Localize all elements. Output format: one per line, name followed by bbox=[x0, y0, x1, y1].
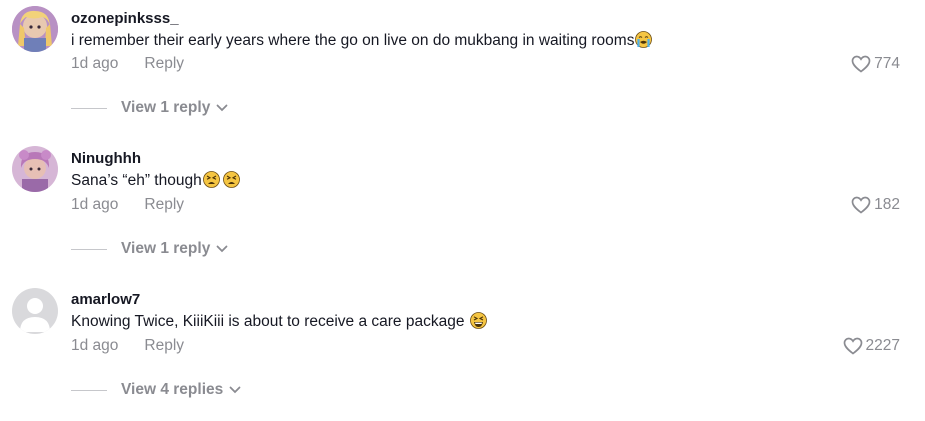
heart-icon bbox=[843, 337, 863, 355]
like-button[interactable]: 774 bbox=[851, 54, 900, 74]
comment-username[interactable]: Ninughhh bbox=[71, 150, 141, 168]
reply-divider bbox=[71, 107, 107, 109]
view-replies-button[interactable]: View 1 reply bbox=[71, 98, 228, 118]
reply-divider bbox=[71, 248, 107, 250]
chevron-down-icon bbox=[216, 104, 228, 112]
tired-face-emoji-icon bbox=[202, 171, 220, 188]
comment-item: amarlow7 Knowing Twice, KiiiKiii is abou… bbox=[0, 281, 925, 421]
avatar[interactable] bbox=[12, 146, 58, 192]
like-button[interactable]: 182 bbox=[851, 195, 900, 215]
comment-text-body: i remember their early years where the g… bbox=[71, 32, 635, 49]
comment-meta: 1d ago Reply bbox=[71, 54, 184, 74]
comment-timestamp: 1d ago bbox=[71, 55, 119, 72]
avatar[interactable] bbox=[12, 288, 58, 334]
comment-timestamp: 1d ago bbox=[71, 196, 119, 213]
view-replies-label: View 1 reply bbox=[121, 240, 211, 257]
grinning-squinting-face-emoji-icon bbox=[470, 312, 488, 329]
like-count: 182 bbox=[874, 196, 900, 213]
reply-button[interactable]: Reply bbox=[144, 55, 184, 72]
view-replies-button[interactable]: View 4 replies bbox=[71, 380, 241, 400]
heart-icon bbox=[851, 196, 871, 214]
comment-item: Ninughhh Sana’s “eh” though 1d ago Reply … bbox=[0, 140, 925, 280]
comment-text: Sana’s “eh” though bbox=[71, 171, 240, 191]
comment-text-body: Knowing Twice, KiiiKiii is about to rece… bbox=[71, 313, 465, 330]
comment-item: ozonepinksss_ i remember their early yea… bbox=[0, 0, 925, 140]
view-replies-label: View 1 reply bbox=[121, 99, 211, 116]
comment-timestamp: 1d ago bbox=[71, 337, 119, 354]
comment-meta: 1d ago Reply bbox=[71, 336, 184, 356]
comment-text: Knowing Twice, KiiiKiii is about to rece… bbox=[71, 312, 488, 332]
like-button[interactable]: 2227 bbox=[843, 336, 900, 356]
comment-meta: 1d ago Reply bbox=[71, 195, 184, 215]
tired-face-emoji-icon bbox=[222, 171, 240, 188]
heart-icon bbox=[851, 55, 871, 73]
view-replies-label: View 4 replies bbox=[121, 381, 224, 398]
comment-text: i remember their early years where the g… bbox=[71, 31, 653, 51]
chevron-down-icon bbox=[229, 386, 241, 394]
reply-divider bbox=[71, 389, 107, 391]
like-count: 774 bbox=[874, 55, 900, 72]
reply-button[interactable]: Reply bbox=[144, 196, 184, 213]
view-replies-button[interactable]: View 1 reply bbox=[71, 239, 228, 259]
comment-username[interactable]: ozonepinksss_ bbox=[71, 10, 179, 28]
comment-text-body: Sana’s “eh” though bbox=[71, 172, 202, 189]
chevron-down-icon bbox=[216, 245, 228, 253]
avatar[interactable] bbox=[12, 6, 58, 52]
comment-username[interactable]: amarlow7 bbox=[71, 291, 140, 309]
like-count: 2227 bbox=[865, 337, 900, 354]
crying-face-emoji-icon bbox=[635, 31, 653, 48]
reply-button[interactable]: Reply bbox=[144, 337, 184, 354]
